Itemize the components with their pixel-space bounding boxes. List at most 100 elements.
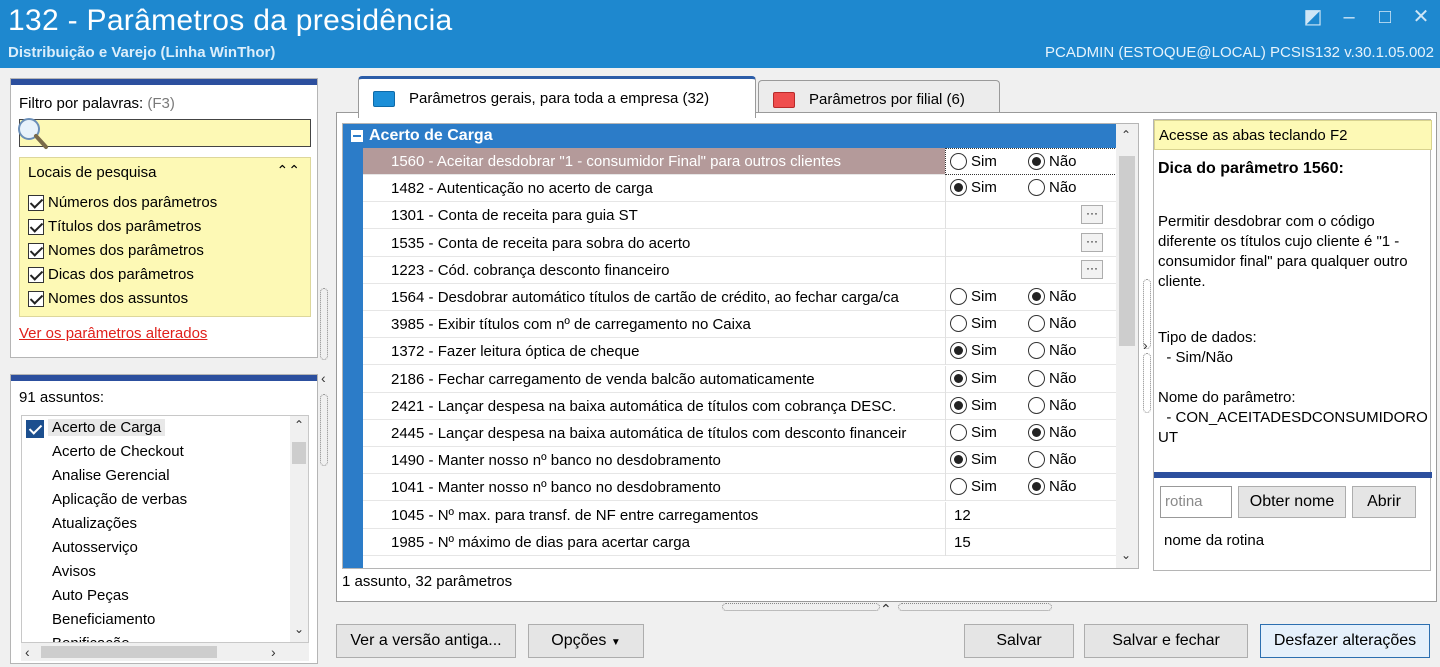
undo-changes-button[interactable]: Desfazer alterações [1260, 624, 1430, 658]
list-item[interactable]: Analise Gerencial [52, 467, 170, 484]
radio-icon[interactable] [950, 478, 967, 496]
param-value[interactable]: ··· [945, 202, 1117, 230]
expand-info-icon[interactable]: › [1143, 337, 1148, 353]
param-value[interactable]: Sim Não [945, 447, 1117, 475]
table-row[interactable]: 2421 - Lançar despesa na baixa automátic… [363, 392, 1117, 420]
ellipsis-button[interactable]: ··· [1081, 232, 1103, 252]
radio-nao[interactable]: Não [1028, 451, 1077, 469]
collapse-left-icon[interactable]: ‹ [321, 370, 326, 386]
number-value[interactable]: 15 [954, 534, 971, 551]
scroll-up-icon[interactable]: ⌃ [294, 418, 304, 432]
radio-nao[interactable]: Não [1028, 396, 1077, 414]
scroll-up-icon[interactable]: ⌃ [1121, 128, 1131, 142]
old-version-button[interactable]: Ver a versão antiga... [336, 624, 516, 658]
scroll-right-icon[interactable]: › [271, 644, 276, 660]
options-button[interactable]: Opções ▼ [528, 624, 644, 658]
save-close-button[interactable]: Salvar e fechar [1084, 624, 1248, 658]
option-subjects[interactable]: Nomes dos assuntos [28, 290, 188, 307]
radio-icon[interactable] [950, 396, 967, 414]
radio-nao[interactable]: Não [1028, 478, 1077, 496]
list-item[interactable]: Auto Peças [52, 587, 129, 604]
table-row[interactable]: 3985 - Exibir títulos com nº de carregam… [363, 311, 1117, 339]
scroll-thumb[interactable] [292, 442, 306, 464]
scroll-thumb[interactable] [41, 646, 217, 658]
radio-icon[interactable] [1028, 396, 1045, 414]
param-value[interactable]: Sim Não [945, 175, 1117, 203]
scroll-left-icon[interactable]: ‹ [25, 644, 30, 660]
param-value[interactable]: Sim Não [945, 474, 1117, 502]
minimize-icon[interactable]: – [1338, 6, 1360, 28]
radio-icon[interactable] [1028, 451, 1045, 469]
option-titles[interactable]: Títulos dos parâmetros [28, 218, 201, 235]
collapse-bottom-icon[interactable]: ⌃ [880, 601, 892, 618]
radio-icon[interactable] [1028, 153, 1045, 170]
save-button[interactable]: Salvar [964, 624, 1074, 658]
param-value[interactable]: Sim Não [945, 311, 1117, 339]
checkbox-icon[interactable] [28, 194, 44, 211]
checkbox-icon[interactable] [26, 420, 44, 438]
list-item[interactable]: Avisos [52, 563, 96, 580]
radio-icon[interactable] [1028, 369, 1045, 387]
radio-sim[interactable]: Sim [950, 424, 997, 441]
table-row[interactable]: 1041 - Manter nosso nº banco no desdobra… [363, 474, 1117, 502]
radio-nao[interactable]: Não [1028, 342, 1077, 360]
radio-icon[interactable] [950, 451, 967, 469]
list-item[interactable]: Autosserviço [52, 539, 138, 556]
radio-icon[interactable] [1028, 342, 1045, 360]
table-row[interactable]: 1045 - Nº max. para transf. de NF entre … [363, 501, 1117, 529]
tab-general[interactable]: Parâmetros gerais, para toda a empresa (… [358, 76, 756, 118]
radio-sim[interactable]: Sim [950, 369, 997, 387]
radio-icon[interactable] [950, 153, 967, 170]
table-row[interactable]: 1223 - Cód. cobrança desconto financeiro… [363, 256, 1117, 284]
collapse-group-icon[interactable] [351, 130, 363, 142]
open-button[interactable]: Abrir [1352, 486, 1416, 518]
radio-nao[interactable]: Não [1028, 424, 1077, 441]
table-row[interactable]: 1564 - Desdobrar automático títulos de c… [363, 284, 1117, 311]
radio-icon[interactable] [950, 424, 967, 441]
param-value[interactable]: Sim Não [945, 365, 1117, 393]
table-row[interactable]: 1372 - Fazer leitura óptica de cheque Sim… [363, 338, 1117, 366]
table-row[interactable]: 1535 - Conta de receita para sobra do ac… [363, 229, 1117, 257]
radio-nao[interactable]: Não [1028, 153, 1077, 170]
table-row[interactable]: 1985 - Nº máximo de dias para acertar ca… [363, 528, 1117, 556]
table-row[interactable]: 2186 - Fechar carregamento de venda balc… [363, 365, 1117, 393]
table-row[interactable]: 1560 - Aceitar desdobrar "1 - consumidor… [363, 148, 1117, 175]
scroll-thumb[interactable] [1119, 156, 1135, 346]
search-input[interactable] [46, 122, 306, 144]
maximize-icon[interactable]: □ [1374, 6, 1396, 28]
param-value[interactable]: ··· [945, 229, 1117, 257]
radio-icon[interactable] [950, 179, 967, 197]
list-item[interactable]: Acerto de Carga [48, 419, 166, 436]
table-row[interactable]: 1301 - Conta de receita para guia ST ··· [363, 202, 1117, 230]
radio-icon[interactable] [1028, 424, 1045, 441]
param-value[interactable]: 12 [945, 501, 1117, 529]
scroll-down-icon[interactable]: ⌄ [1121, 548, 1131, 562]
param-value[interactable]: ··· [945, 256, 1117, 284]
splitter-left-bottom[interactable] [320, 394, 328, 466]
close-icon[interactable]: ✕ [1410, 6, 1432, 28]
splitter-info-bottom[interactable] [1143, 353, 1151, 413]
param-value[interactable]: 15 [945, 528, 1117, 556]
radio-nao[interactable]: Não [1028, 369, 1077, 387]
radio-sim[interactable]: Sim [950, 179, 997, 197]
radio-icon[interactable] [950, 342, 967, 360]
radio-sim[interactable]: Sim [950, 451, 997, 469]
table-row[interactable]: 1482 - Autenticação no acerto de carga Si… [363, 175, 1117, 203]
subjects-hscrollbar[interactable]: ‹ › [21, 643, 309, 661]
radio-icon[interactable] [950, 369, 967, 387]
param-value[interactable]: Sim Não [945, 392, 1117, 420]
radio-icon[interactable] [1028, 315, 1045, 333]
radio-sim[interactable]: Sim [950, 396, 997, 414]
scroll-down-icon[interactable]: ⌄ [294, 622, 304, 636]
option-names[interactable]: Nomes dos parâmetros [28, 242, 204, 259]
splitter-left-top[interactable] [320, 288, 328, 360]
option-numbers[interactable]: Números dos parâmetros [28, 194, 217, 211]
checkbox-icon[interactable] [28, 266, 44, 283]
radio-icon[interactable] [1028, 288, 1045, 305]
get-name-button[interactable]: Obter nome [1238, 486, 1346, 518]
list-item[interactable]: Beneficiamento [52, 611, 155, 628]
number-value[interactable]: 12 [954, 507, 971, 524]
param-value[interactable]: Sim Não [945, 338, 1117, 366]
collapse-icon[interactable]: ⌃⌃ [277, 162, 300, 179]
splitter-bottom-right[interactable] [898, 603, 1052, 611]
